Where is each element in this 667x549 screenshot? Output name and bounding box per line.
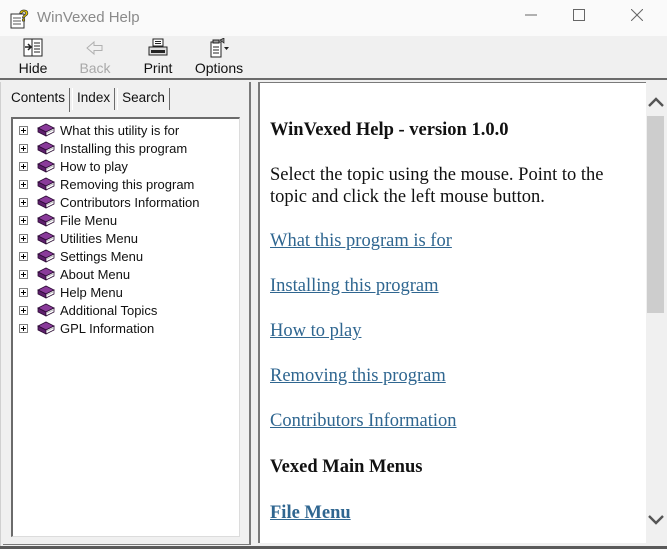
tree-item[interactable]: How to play — [17, 157, 199, 175]
book-icon — [37, 195, 55, 210]
tree-item-label: What this utility is for — [60, 122, 180, 138]
options-label: Options — [194, 60, 244, 76]
back-arrow-icon — [84, 38, 106, 58]
document-intro: Select the topic using the mouse. Point … — [270, 165, 604, 207]
tree-item-label: Removing this program — [60, 176, 195, 192]
tree-item-label: About Menu — [60, 266, 131, 282]
tree-item-label: GPL Information — [60, 320, 155, 336]
chevron-down-icon — [647, 512, 664, 530]
book-icon — [37, 285, 55, 300]
tree-item-label: Installing this program — [60, 140, 188, 156]
tree-item[interactable]: Settings Menu — [17, 247, 199, 265]
link-removing-this-program[interactable]: Removing this program — [270, 366, 446, 387]
tree-item[interactable]: Removing this program — [17, 175, 199, 193]
content-frame: WinVexed Help - version 1.0.0 Select the… — [258, 82, 665, 543]
expand-plus-icon[interactable] — [19, 305, 28, 315]
link-installing-this-program[interactable]: Installing this program — [270, 276, 439, 297]
tree-item[interactable]: Additional Topics — [17, 301, 199, 319]
tab-search[interactable]: Search — [117, 88, 170, 110]
back-button[interactable]: Back — [76, 38, 114, 78]
print-button[interactable]: Print — [141, 38, 175, 78]
book-icon — [37, 303, 55, 318]
scroll-down-button[interactable] — [646, 510, 665, 532]
help-book-question-icon: ? — [10, 7, 32, 29]
window-title: WinVexed Help — [37, 9, 140, 26]
options-button[interactable]: Options — [194, 38, 244, 78]
expand-plus-icon[interactable] — [19, 251, 28, 261]
book-icon — [37, 321, 55, 336]
tree-item-label: Help Menu — [60, 284, 123, 300]
content-pane: WinVexed Help - version 1.0.0 Select the… — [256, 82, 667, 547]
tree-item-label: Settings Menu — [60, 248, 144, 264]
book-icon — [37, 231, 55, 246]
book-icon — [37, 123, 55, 138]
expand-plus-icon[interactable] — [19, 197, 28, 207]
tree-item[interactable]: GPL Information — [17, 319, 199, 337]
maximize-button[interactable] — [556, 0, 602, 34]
contents-tree: What this utility is for Installing this … — [17, 121, 199, 337]
contents-tree-box: What this utility is for Installing this … — [11, 117, 240, 537]
maximize-icon — [573, 8, 585, 26]
scroll-up-button[interactable] — [646, 92, 665, 114]
options-icon — [208, 38, 230, 58]
hide-label: Hide — [18, 60, 48, 76]
tree-item-label: How to play — [60, 158, 128, 174]
hide-pane-icon — [22, 38, 44, 58]
chevron-up-icon — [647, 94, 664, 112]
tab-contents[interactable]: Contents — [7, 88, 71, 112]
expand-plus-icon[interactable] — [19, 161, 28, 171]
book-icon — [37, 141, 55, 156]
tree-item-label: File Menu — [60, 212, 118, 228]
scroll-thumb[interactable] — [647, 116, 664, 313]
title-bar: ? WinVexed Help — [0, 0, 667, 36]
expand-plus-icon[interactable] — [19, 287, 28, 297]
close-button[interactable] — [614, 0, 660, 34]
print-label: Print — [143, 60, 173, 76]
hide-button[interactable]: Hide — [16, 38, 50, 78]
tree-item[interactable]: About Menu — [17, 265, 199, 283]
minimize-icon — [525, 8, 537, 26]
document-title: WinVexed Help - version 1.0.0 — [270, 120, 509, 140]
back-label: Back — [79, 60, 111, 76]
expand-plus-icon[interactable] — [19, 269, 28, 279]
tree-item-label: Utilities Menu — [60, 230, 139, 246]
book-icon — [37, 177, 55, 192]
tree-item[interactable]: Contributors Information — [17, 193, 199, 211]
section-heading-main-menus: Vexed Main Menus — [270, 457, 423, 477]
toolbar: Hide Back Print Options — [0, 36, 667, 80]
tree-item[interactable]: Installing this program — [17, 139, 199, 157]
expand-plus-icon[interactable] — [19, 233, 28, 243]
book-icon — [37, 159, 55, 174]
expand-plus-icon[interactable] — [19, 143, 28, 153]
book-icon — [37, 213, 55, 228]
navigation-pane: Contents Index Search What this utility … — [0, 82, 252, 547]
tree-item[interactable]: File Menu — [17, 211, 199, 229]
expand-plus-icon[interactable] — [19, 179, 28, 189]
minimize-button[interactable] — [508, 0, 554, 34]
tree-item-label: Additional Topics — [60, 302, 158, 318]
close-icon — [630, 8, 644, 26]
content-scrollbar[interactable] — [646, 82, 665, 543]
expand-plus-icon[interactable] — [19, 323, 28, 333]
svg-text:?: ? — [19, 8, 29, 25]
expand-plus-icon[interactable] — [19, 125, 28, 135]
book-icon — [37, 249, 55, 264]
tree-item[interactable]: What this utility is for — [17, 121, 199, 139]
tab-index[interactable]: Index — [72, 88, 116, 110]
tree-item[interactable]: Help Menu — [17, 283, 199, 301]
link-what-this-program-is-for[interactable]: What this program is for — [270, 231, 452, 252]
tree-item-label: Contributors Information — [60, 194, 200, 210]
printer-icon — [147, 38, 169, 58]
tree-item[interactable]: Utilities Menu — [17, 229, 199, 247]
link-contributors-information[interactable]: Contributors Information — [270, 411, 457, 432]
book-icon — [37, 267, 55, 282]
link-file-menu[interactable]: File Menu — [270, 503, 351, 524]
link-how-to-play[interactable]: How to play — [270, 321, 361, 342]
expand-plus-icon[interactable] — [19, 215, 28, 225]
navigation-tabs: Contents Index Search — [7, 88, 172, 112]
